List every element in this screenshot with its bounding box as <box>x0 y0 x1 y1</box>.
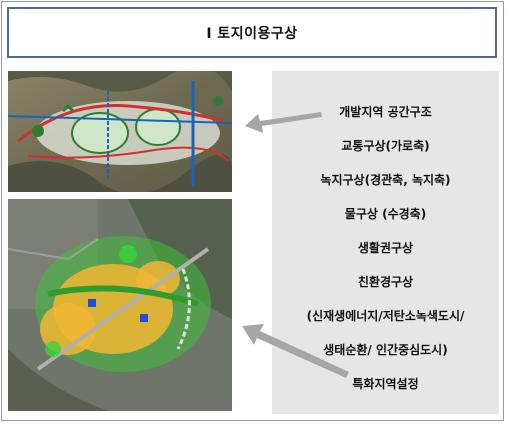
plan-item: 물구상 (수경축) <box>344 207 427 221</box>
plan-item: (신재생에너지/저탄소녹색도시/ <box>306 309 465 323</box>
plan-item: 녹지구상(경관축, 녹지축) <box>320 173 451 187</box>
page-title: Ⅰ 토지이용구상 <box>206 25 298 42</box>
plan-item: 생활권구상 <box>357 241 414 255</box>
green-network-map <box>8 199 232 411</box>
plan-items-panel: 개발지역 공간구조 교통구상(가로축) 녹지구상(경관축, 녹지축) 물구상 (… <box>272 71 499 414</box>
plan-item: 교통구상(가로축) <box>341 139 430 153</box>
plan-item: 친환경구상 <box>357 275 414 289</box>
development-plan-map <box>8 71 232 192</box>
title-box: Ⅰ 토지이용구상 <box>7 7 497 58</box>
plan-item: 개발지역 공간구조 <box>339 105 432 119</box>
plan-item: 생태순환/ 인간중심도시) <box>323 343 448 357</box>
plan-item: 특화지역설정 <box>352 377 419 391</box>
